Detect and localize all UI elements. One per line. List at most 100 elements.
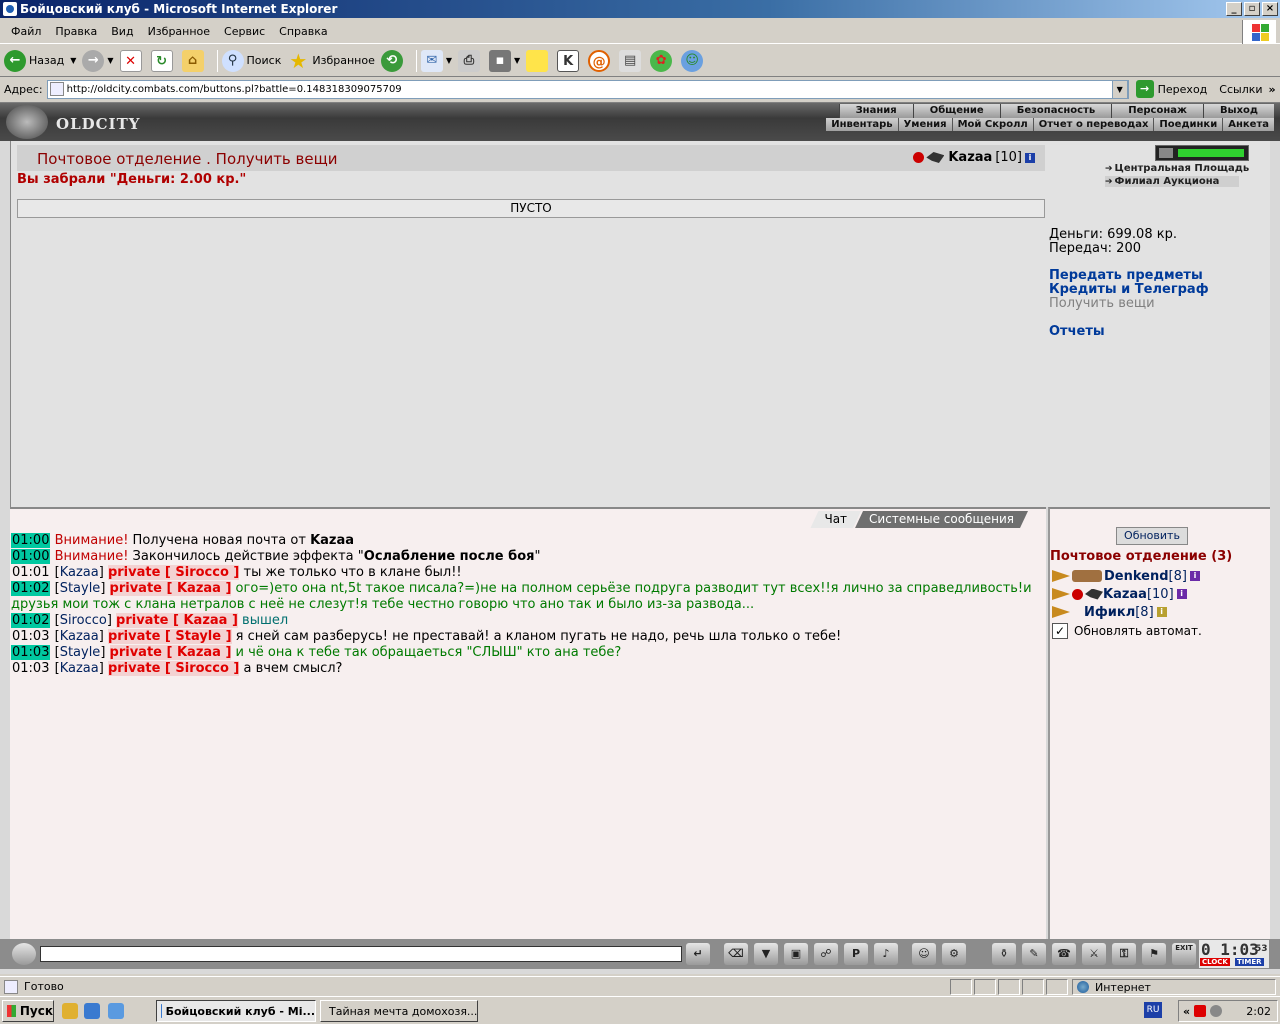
info-icon[interactable]: i xyxy=(1025,152,1035,163)
quicklaunch-ie-icon[interactable] xyxy=(84,1003,100,1019)
auto-refresh-toggle[interactable]: ✓ Обновлять автомат. xyxy=(1052,623,1202,639)
sender-nick[interactable]: Stayle xyxy=(60,645,101,660)
nav-profile[interactable]: Анкета xyxy=(1222,118,1274,131)
minimize-button[interactable]: _ xyxy=(1226,2,1242,16)
media-button[interactable]: ▤ xyxy=(619,49,644,72)
location-central-square[interactable]: Центральная Площадь xyxy=(1105,163,1250,174)
message-time[interactable]: 01:03 xyxy=(11,661,50,676)
mail-dropdown-icon[interactable]: ▼ xyxy=(446,56,452,65)
user-row[interactable]: Ификл [8] i xyxy=(1052,603,1200,621)
flag-icon[interactable]: ⚑ xyxy=(1142,943,1166,965)
private-list-icon[interactable]: P xyxy=(844,943,868,965)
smiley-icon[interactable]: ☺ xyxy=(912,943,936,965)
sound-icon[interactable]: ♪ xyxy=(874,943,898,965)
icq-button[interactable]: ✿ xyxy=(650,49,675,72)
language-indicator[interactable]: RU xyxy=(1144,1002,1162,1018)
people-icon[interactable]: ☍ xyxy=(814,943,838,965)
message-time[interactable]: 01:03 xyxy=(11,629,50,644)
messenger-button[interactable]: ☺ xyxy=(681,49,706,72)
kaspersky-button[interactable]: K xyxy=(557,49,582,72)
private-recipient[interactable]: private [ Kazaa ] xyxy=(116,613,238,628)
tray-app-icon[interactable] xyxy=(1210,1005,1223,1017)
message-time[interactable]: 01:02 xyxy=(11,581,51,596)
mail-button[interactable]: ✉ ▼ xyxy=(420,49,452,72)
maximize-button[interactable]: ▫ xyxy=(1244,2,1260,16)
nav-skills[interactable]: Умения xyxy=(897,118,952,131)
auto-refresh-checkbox[interactable]: ✓ xyxy=(1052,623,1068,639)
private-recipient[interactable]: private [ Sirocco ] xyxy=(107,661,240,676)
chat-settings-icon[interactable]: ⚙ xyxy=(942,943,966,965)
tab-chat[interactable]: Чат xyxy=(810,511,861,528)
private-arrow-icon[interactable] xyxy=(1052,606,1070,618)
link-transfer-items[interactable]: Передать предметы xyxy=(1049,268,1203,283)
print-button[interactable]: ⎙ xyxy=(458,49,483,72)
search-button[interactable]: ⚲ Поиск xyxy=(221,49,281,72)
home-button[interactable]: ⌂ xyxy=(181,49,207,72)
notes-button[interactable] xyxy=(526,49,551,72)
stop-button[interactable]: ✕ xyxy=(119,49,145,72)
tray-chevron-icon[interactable]: « xyxy=(1183,1005,1190,1018)
filter-icon[interactable]: ▼ xyxy=(754,943,778,965)
menu-edit[interactable]: Правка xyxy=(48,25,104,38)
refresh-button[interactable]: Обновить xyxy=(1116,527,1188,545)
message-time[interactable]: 01:01 xyxy=(11,565,50,580)
sender-nick[interactable]: Kazaa xyxy=(60,661,99,676)
task-fightclub[interactable]: Бойцовский клуб - Mi... xyxy=(156,1000,316,1022)
nav-battles[interactable]: Поединки xyxy=(1153,118,1222,131)
history-button[interactable]: ⟲ xyxy=(380,49,406,72)
chat-input[interactable] xyxy=(40,946,682,962)
edit-button[interactable]: ▪ ▼ xyxy=(489,49,520,72)
info-icon[interactable]: i xyxy=(1156,607,1167,617)
link-reports[interactable]: Отчеты xyxy=(1049,324,1105,339)
nav-inventory[interactable]: Инвентарь xyxy=(826,118,897,131)
info-icon[interactable]: i xyxy=(1176,589,1187,599)
nav-knowledge[interactable]: Знания xyxy=(838,104,913,118)
user-name[interactable]: Ификл xyxy=(1084,605,1135,620)
task-other[interactable]: Тайная мечта домохозя... xyxy=(320,1000,478,1022)
nav-security[interactable]: Безопасность xyxy=(999,104,1112,118)
scroll-icon[interactable]: ✎ xyxy=(1022,943,1046,965)
nav-communication[interactable]: Общение xyxy=(912,104,1000,118)
nav-my-scroll[interactable]: Мой Скролл xyxy=(951,118,1033,131)
friends-icon[interactable]: ☎ xyxy=(1052,943,1076,965)
sender-nick[interactable]: Stayle xyxy=(60,581,101,596)
message-time[interactable]: 01:00 xyxy=(11,549,51,564)
user-name[interactable]: Denkend xyxy=(1104,569,1169,584)
user-row[interactable]: Kazaa [10] i xyxy=(1052,585,1200,603)
exit-button[interactable]: EXIT xyxy=(1172,943,1196,965)
start-button[interactable]: Пуск xyxy=(2,1000,54,1022)
user-name[interactable]: Kazaa xyxy=(1103,587,1147,602)
private-recipient[interactable]: private [ Kazaa ] xyxy=(109,581,232,596)
tab-system-messages[interactable]: Системные сообщения xyxy=(855,511,1028,528)
sender-nick[interactable]: Sirocco xyxy=(60,613,107,628)
message-time[interactable]: 01:02 xyxy=(11,613,51,628)
quicklaunch-desktop-icon[interactable] xyxy=(108,1003,124,1019)
go-button[interactable]: → Переход xyxy=(1135,80,1207,98)
back-button[interactable]: ← Назад ▼ xyxy=(4,49,76,72)
menu-file[interactable]: Файл xyxy=(4,25,48,38)
lock-icon[interactable]: ⚿ xyxy=(1112,943,1136,965)
private-recipient[interactable]: private [ Kazaa ] xyxy=(109,645,232,660)
links-chevron-icon[interactable]: » xyxy=(1269,83,1276,96)
nav-transfer-report[interactable]: Отчет о переводах xyxy=(1032,118,1154,131)
link-credits-telegraph[interactable]: Кредиты и Телеграф xyxy=(1049,282,1209,297)
address-input[interactable]: http://oldcity.combats.com/buttons.pl?ba… xyxy=(46,79,1129,99)
refresh-page-button[interactable]: ↻ xyxy=(150,49,176,72)
email-at-button[interactable]: @ xyxy=(588,49,613,72)
menu-tools[interactable]: Сервис xyxy=(217,25,272,38)
nav-character[interactable]: Персонаж xyxy=(1111,104,1203,118)
timer-label[interactable]: TIMER xyxy=(1235,958,1264,966)
location-auction-branch[interactable]: Филиал Аукциона xyxy=(1105,176,1239,187)
address-dropdown-icon[interactable]: ▼ xyxy=(1111,79,1128,99)
edit-dropdown-icon[interactable]: ▼ xyxy=(514,56,520,65)
clock-label[interactable]: CLOCK xyxy=(1200,958,1230,966)
fight-icon[interactable]: ⚔ xyxy=(1082,943,1106,965)
save-disk-icon[interactable]: ▣ xyxy=(784,943,808,965)
close-button[interactable]: × xyxy=(1262,2,1278,16)
private-recipient[interactable]: private [ Stayle ] xyxy=(107,629,232,644)
menu-favorites[interactable]: Избранное xyxy=(141,25,217,38)
eraser-icon[interactable]: ⌫ xyxy=(724,943,748,965)
menu-view[interactable]: Вид xyxy=(104,25,140,38)
favorites-button[interactable]: ★ Избранное xyxy=(287,50,374,72)
sender-nick[interactable]: Kazaa xyxy=(60,629,99,644)
